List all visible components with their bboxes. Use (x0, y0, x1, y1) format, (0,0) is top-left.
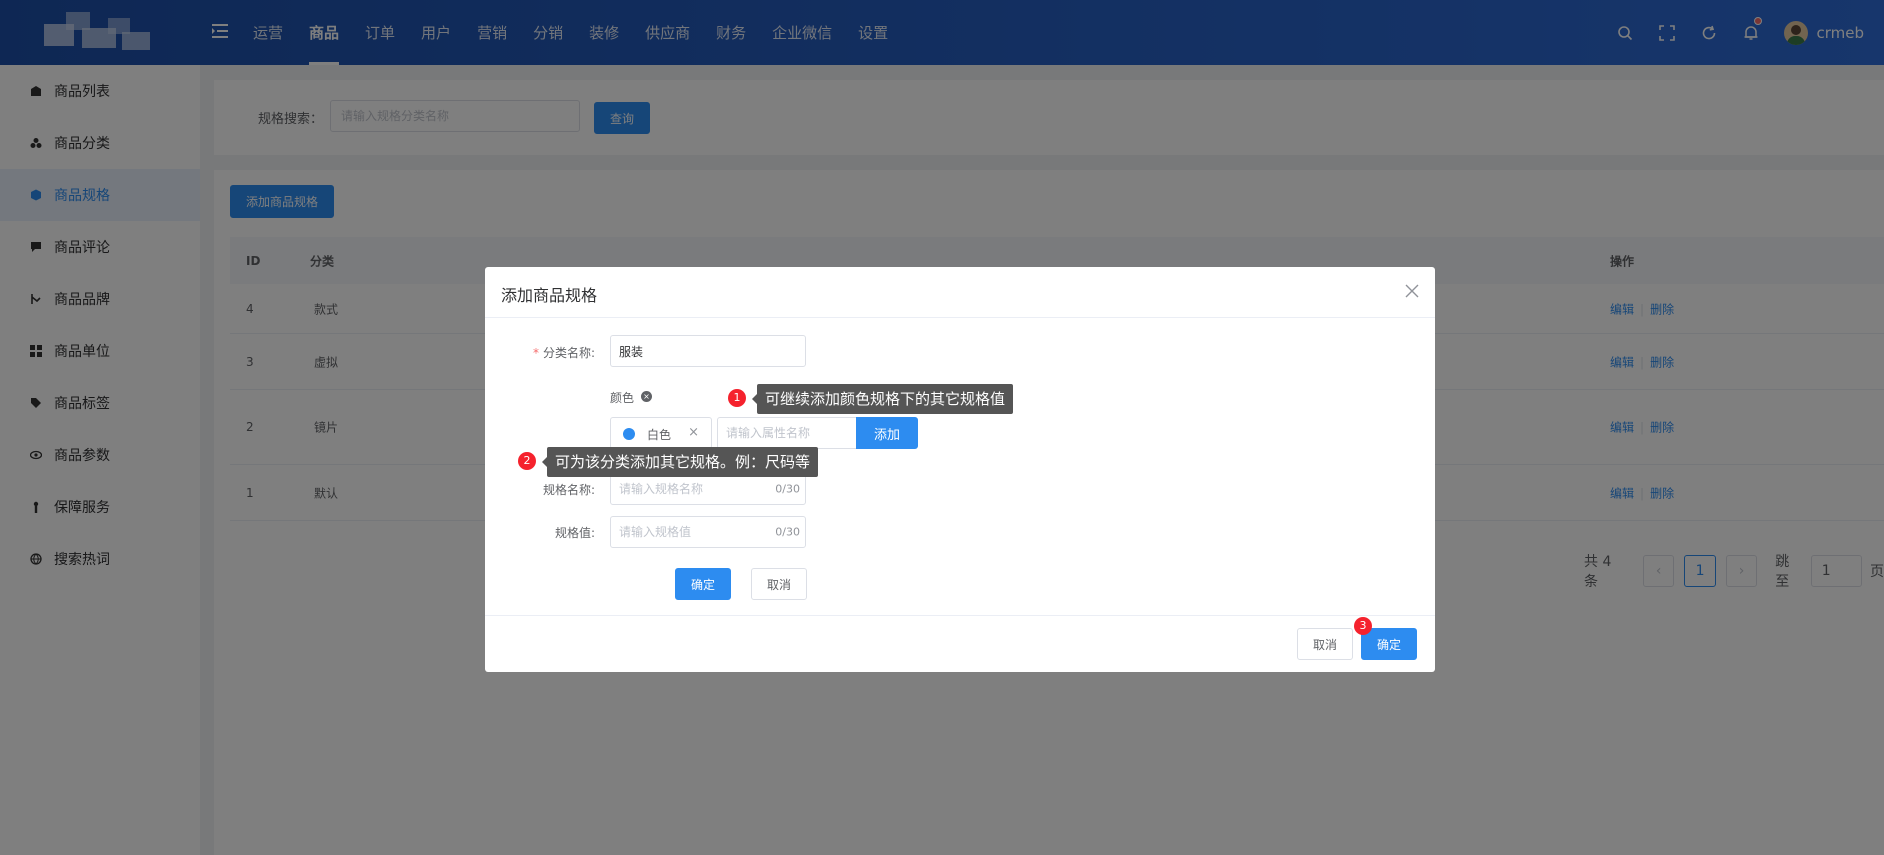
dialog-footer: 取消 确定 (485, 615, 1435, 672)
spec-value-counter: 0/30 (775, 525, 800, 539)
dialog-header: 添加商品规格 (485, 267, 1435, 318)
remove-spec-icon[interactable]: × (641, 391, 652, 402)
inner-confirm-button[interactable]: 确定 (675, 568, 731, 600)
step-badge-3: 3 (1354, 617, 1372, 635)
spec-value-field: 0/30 (610, 516, 806, 548)
step-badge-1: 1 (728, 389, 746, 407)
dialog-title: 添加商品规格 (501, 286, 598, 305)
close-icon[interactable] (1403, 282, 1421, 300)
spec-value-tag[interactable]: 白色 × (610, 417, 712, 449)
category-name-label: * 分类名称: (532, 346, 595, 360)
attribute-name-input[interactable] (717, 417, 857, 449)
confirm-button[interactable]: 确定 (1361, 628, 1417, 660)
spec-name-label: 规格名称: (542, 483, 595, 497)
callout-2: 可为该分类添加其它规格。例：尺码等 (541, 447, 819, 477)
spec-name-field: 0/30 (610, 473, 806, 505)
remove-value-icon[interactable]: × (688, 425, 699, 440)
add-attribute-button[interactable]: 添加 (856, 417, 918, 449)
step-badge-2: 2 (518, 452, 536, 470)
spec-name-counter: 0/30 (775, 482, 800, 496)
spec-value-label: 规格值: (554, 526, 595, 540)
category-name-input[interactable] (610, 335, 806, 367)
spec-value-text: 白色 (647, 428, 672, 442)
cancel-button[interactable]: 取消 (1297, 628, 1353, 660)
callout-1: 可继续添加颜色规格下的其它规格值 (751, 384, 1014, 414)
drag-dot-icon[interactable] (623, 428, 635, 440)
inner-cancel-button[interactable]: 取消 (751, 568, 807, 600)
spec-name-title: 颜色 (610, 391, 635, 405)
